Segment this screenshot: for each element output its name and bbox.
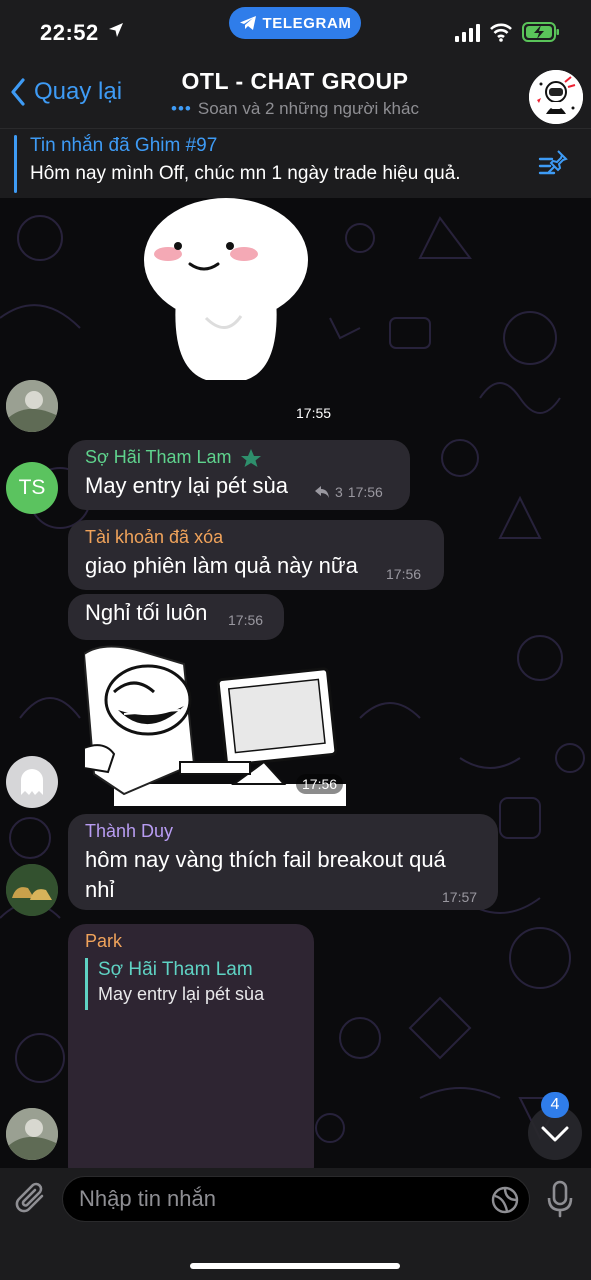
telegram-pill[interactable]: TELEGRAM <box>229 7 361 39</box>
message-text-line-2: nhỉ <box>85 877 115 902</box>
microphone-icon[interactable] <box>546 1180 574 1218</box>
clock: 22:52 <box>40 20 99 45</box>
avatar-photo-icon <box>6 1108 58 1160</box>
message-text: Nghỉ tối luôn <box>85 600 208 625</box>
message-meta: 3 17:56 <box>314 484 383 500</box>
reply-arrow-icon <box>315 486 329 498</box>
home-indicator[interactable] <box>190 1263 400 1269</box>
chat-subtitle: ••• Soan và 2 những người khác <box>150 99 440 119</box>
message-input-container[interactable] <box>62 1176 530 1222</box>
telegram-pill-label: TELEGRAM <box>262 14 352 32</box>
pinned-title: Tin nhắn đã Ghim #97 <box>30 135 218 156</box>
message-list[interactable]: 17:55 TS Sợ Hãi Tham Lam May entry lại p… <box>0 198 591 1168</box>
status-bar: 22:52 TELEGRAM <box>0 0 591 62</box>
sender-name[interactable]: Park <box>85 931 122 952</box>
message-time: 17:57 <box>442 889 478 905</box>
sticker-icon[interactable] <box>491 1186 519 1214</box>
message-text: giao phiên làm quả này nữa <box>85 553 358 578</box>
location-arrow-icon <box>109 23 123 37</box>
chevron-left-icon <box>11 78 25 106</box>
group-avatar[interactable] <box>529 70 583 124</box>
member-avatar[interactable] <box>6 380 58 432</box>
battery-icon <box>522 22 559 42</box>
ghost-icon <box>21 769 43 795</box>
message-bubble[interactable]: Sợ Hãi Tham Lam May entry lại pét sùa 3 … <box>68 440 410 510</box>
avatar-initials: TS <box>18 476 46 499</box>
avatar-photo-icon <box>6 380 58 432</box>
sticker-time: 17:56 <box>296 774 344 794</box>
reply-quote[interactable]: Sợ Hãi Tham Lam May entry lại pét sùa <box>85 958 305 1010</box>
message-text-line-1: hôm nay vàng thích fail breakout quá <box>85 847 446 872</box>
reply-count[interactable]: 3 <box>335 484 343 500</box>
reply-sender: Sợ Hãi Tham Lam <box>98 959 253 980</box>
telegram-plane-icon <box>239 16 256 30</box>
chat-title: OTL - CHAT GROUP <box>181 68 409 94</box>
pinned-text: Hôm nay mình Off, chúc mn 1 ngày trade h… <box>30 163 461 184</box>
member-avatar[interactable] <box>6 864 58 916</box>
pinned-accent-bar <box>14 135 17 193</box>
message-input-bar <box>0 1168 591 1280</box>
smiling-blob-sticker <box>144 198 308 380</box>
message-input[interactable] <box>79 1183 459 1215</box>
sender-name[interactable]: Sợ Hãi Tham Lam <box>85 447 232 468</box>
chat-header: Quay lại OTL - CHAT GROUP ••• Soan và 2 n… <box>0 62 591 128</box>
member-avatar[interactable] <box>6 1108 58 1160</box>
reply-text: May entry lại pét sùa <box>98 984 265 1004</box>
shoes-photo-icon <box>6 864 58 916</box>
paperclip-icon[interactable] <box>14 1180 48 1216</box>
member-avatar-ts[interactable]: TS <box>6 462 58 514</box>
chat-title-area[interactable]: OTL - CHAT GROUP ••• Soan và 2 những ngườ… <box>150 68 440 119</box>
message-bubble[interactable]: Nghỉ tối luôn 17:56 <box>68 594 284 640</box>
star-icon <box>240 448 261 467</box>
sender-name[interactable]: Thành Duy <box>85 821 173 842</box>
sticker-message[interactable] <box>126 198 326 388</box>
message-text: May entry lại pét sùa <box>85 473 288 498</box>
astronaut-icon <box>529 70 583 124</box>
sticker-time: 17:55 <box>296 405 332 421</box>
message-time: 17:56 <box>386 566 422 582</box>
back-button[interactable]: Quay lại <box>10 78 122 106</box>
sender-name[interactable]: Tài khoản đã xóa <box>85 527 223 548</box>
message-bubble-with-reply[interactable]: Park Sợ Hãi Tham Lam May entry lại pét s… <box>68 924 314 1168</box>
message-bubble[interactable]: Thành Duy hôm nay vàng thích fail breako… <box>68 814 498 910</box>
message-time: 17:56 <box>347 484 383 500</box>
wifi-icon <box>490 23 512 42</box>
typing-status: Soan và 2 những người khác <box>197 99 419 118</box>
signal-icon <box>455 24 480 42</box>
pinned-list-icon[interactable] <box>538 149 570 177</box>
message-bubble[interactable]: Tài khoản đã xóa giao phiên làm quả này … <box>68 520 444 590</box>
unread-count-badge: 4 <box>541 1092 569 1118</box>
typing-dots-icon: ••• <box>171 99 192 118</box>
message-time: 17:56 <box>228 612 264 628</box>
deleted-account-avatar[interactable] <box>6 756 58 808</box>
pinned-message-bar[interactable]: Tin nhắn đã Ghim #97 Hôm nay mình Off, c… <box>0 128 591 198</box>
back-label: Quay lại <box>34 78 123 105</box>
